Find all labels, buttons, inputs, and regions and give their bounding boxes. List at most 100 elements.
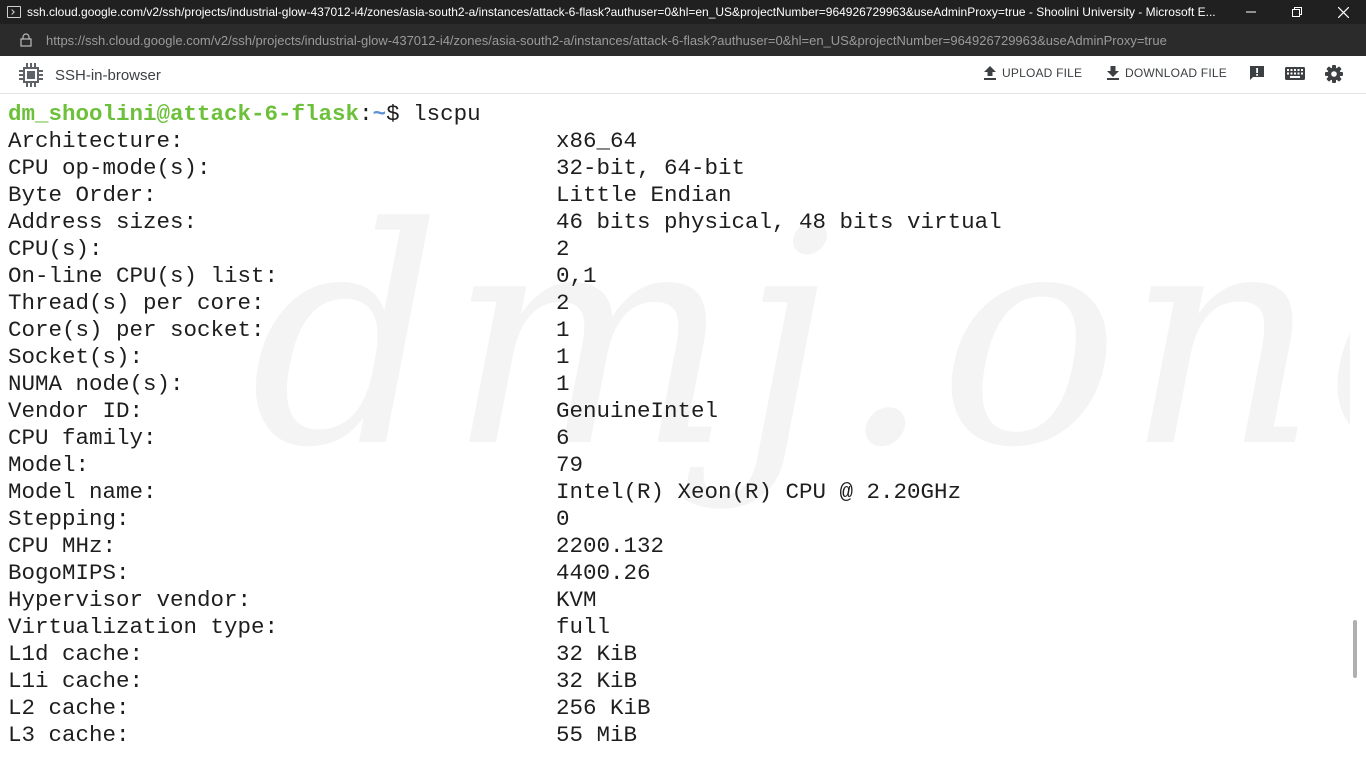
output-row: Address sizes: 46 bits physical, 48 bits … bbox=[8, 209, 1002, 236]
output-label: L1d cache: bbox=[8, 641, 144, 667]
output-value: Little Endian bbox=[556, 182, 732, 208]
keyboard-icon bbox=[1285, 67, 1305, 80]
output-value: full bbox=[556, 614, 611, 640]
upload-icon bbox=[984, 66, 996, 80]
terminal-output[interactable]: dmj.one dm_shoolini@attack-6-flask:~$ ls… bbox=[0, 94, 1350, 768]
lock-icon bbox=[20, 33, 32, 47]
command-prompt-line: dm_shoolini@attack-6-flask:~$ lscpu bbox=[8, 101, 481, 128]
address-bar: https://ssh.cloud.google.com/v2/ssh/proj… bbox=[0, 24, 1366, 56]
output-value: 0,1 bbox=[556, 263, 597, 289]
download-file-label: DOWNLOAD FILE bbox=[1125, 66, 1227, 80]
output-label: L1i cache: bbox=[8, 668, 144, 694]
url-text[interactable]: https://ssh.cloud.google.com/v2/ssh/proj… bbox=[46, 33, 1346, 48]
output-label: L3 cache: bbox=[8, 722, 130, 748]
output-value: 6 bbox=[556, 425, 570, 451]
output-label: Hypervisor vendor: bbox=[8, 587, 252, 613]
output-label: Address sizes: bbox=[8, 209, 198, 235]
output-row: Model: 79 bbox=[8, 452, 583, 479]
output-value: 32 KiB bbox=[556, 668, 638, 694]
settings-button[interactable] bbox=[1324, 64, 1344, 89]
ssh-toolbar: SSH-in-browser UPLOAD FILE DOWNLOAD FILE bbox=[0, 56, 1366, 94]
output-label: Model: bbox=[8, 452, 90, 478]
output-value: 55 MiB bbox=[556, 722, 638, 748]
output-label: Socket(s): bbox=[8, 344, 144, 370]
download-file-button[interactable]: DOWNLOAD FILE bbox=[1106, 65, 1227, 81]
output-row: Socket(s): 1 bbox=[8, 344, 570, 371]
window-title-bar: ssh.cloud.google.com/v2/ssh/projects/ind… bbox=[0, 0, 1366, 24]
output-label: Core(s) per socket: bbox=[8, 317, 265, 343]
output-label: Thread(s) per core: bbox=[8, 290, 265, 316]
output-row: L1d cache: 32 KiB bbox=[8, 641, 637, 668]
output-row: On-line CPU(s) list: 0,1 bbox=[8, 263, 597, 290]
output-value: 2 bbox=[556, 290, 570, 316]
output-row: Hypervisor vendor: KVM bbox=[8, 587, 597, 614]
feedback-button[interactable] bbox=[1248, 64, 1266, 87]
output-row: Model name: Intel(R) Xeon(R) CPU @ 2.20GH… bbox=[8, 479, 961, 506]
output-row: NUMA node(s): 1 bbox=[8, 371, 570, 398]
output-value: 0 bbox=[556, 506, 570, 532]
output-row: BogoMIPS: 4400.26 bbox=[8, 560, 651, 587]
output-value: 1 bbox=[556, 317, 570, 343]
output-value: Intel(R) Xeon(R) CPU @ 2.20GHz bbox=[556, 479, 962, 505]
output-row: L1i cache: 32 KiB bbox=[8, 668, 637, 695]
output-row: L2 cache: 256 KiB bbox=[8, 695, 651, 722]
download-icon bbox=[1107, 66, 1119, 80]
output-value: GenuineIntel bbox=[556, 398, 719, 424]
window-title: ssh.cloud.google.com/v2/ssh/projects/ind… bbox=[27, 5, 1216, 19]
output-value: 46 bits physical, 48 bits virtual bbox=[556, 209, 1002, 235]
scrollbar-thumb[interactable] bbox=[1353, 620, 1357, 678]
prompt-symbol: $ bbox=[386, 101, 414, 127]
output-label: CPU(s): bbox=[8, 236, 103, 262]
prompt-path: ~ bbox=[372, 101, 387, 127]
upload-file-label: UPLOAD FILE bbox=[1002, 66, 1083, 80]
output-label: CPU family: bbox=[8, 425, 157, 451]
output-row: Thread(s) per core: 2 bbox=[8, 290, 570, 317]
restore-button[interactable] bbox=[1274, 0, 1320, 24]
settings-icon bbox=[1325, 65, 1343, 83]
output-label: NUMA node(s): bbox=[8, 371, 184, 397]
keyboard-button[interactable] bbox=[1284, 64, 1306, 87]
output-label: Model name: bbox=[8, 479, 157, 505]
terminal-app-icon bbox=[7, 6, 21, 18]
output-row: L3 cache: 55 MiB bbox=[8, 722, 637, 749]
output-value: 2200.132 bbox=[556, 533, 665, 559]
minimize-button[interactable] bbox=[1228, 0, 1274, 24]
output-label: Virtualization type: bbox=[8, 614, 279, 640]
output-row: CPU op-mode(s): 32-bit, 64-bit bbox=[8, 155, 745, 182]
prompt-user: dm_shoolini@attack-6-flask bbox=[8, 101, 360, 127]
restore-icon bbox=[1292, 7, 1302, 17]
prompt-separator: : bbox=[359, 101, 373, 127]
command-text: lscpu bbox=[413, 101, 481, 127]
output-label: L2 cache: bbox=[8, 695, 130, 721]
minimize-icon bbox=[1246, 11, 1256, 13]
output-value: 32 KiB bbox=[556, 641, 638, 667]
output-label: Stepping: bbox=[8, 506, 130, 532]
feedback-icon bbox=[1250, 66, 1264, 80]
output-label: BogoMIPS: bbox=[8, 560, 130, 586]
chip-icon bbox=[19, 63, 43, 87]
output-row: Stepping: 0 bbox=[8, 506, 570, 533]
output-row: Byte Order: Little Endian bbox=[8, 182, 732, 209]
output-row: CPU(s): 2 bbox=[8, 236, 570, 263]
output-label: CPU op-mode(s): bbox=[8, 155, 211, 181]
output-value: 32-bit, 64-bit bbox=[556, 155, 746, 181]
output-label: On-line CPU(s) list: bbox=[8, 263, 279, 289]
output-value: 256 KiB bbox=[556, 695, 651, 721]
upload-file-button[interactable]: UPLOAD FILE bbox=[983, 65, 1082, 81]
output-value: 79 bbox=[556, 452, 584, 478]
output-label: Byte Order: bbox=[8, 182, 157, 208]
output-row: Core(s) per socket: 1 bbox=[8, 317, 570, 344]
output-value: 1 bbox=[556, 371, 570, 397]
app-name: SSH-in-browser bbox=[55, 67, 161, 84]
close-icon bbox=[1337, 6, 1349, 18]
output-row: CPU family: 6 bbox=[8, 425, 570, 452]
output-row: Vendor ID: GenuineIntel bbox=[8, 398, 718, 425]
output-label: Vendor ID: bbox=[8, 398, 144, 424]
close-button[interactable] bbox=[1320, 0, 1366, 24]
output-row: Virtualization type: full bbox=[8, 614, 610, 641]
output-value: 1 bbox=[556, 344, 570, 370]
output-value: 4400.26 bbox=[556, 560, 651, 586]
output-value: x86_64 bbox=[556, 128, 638, 154]
output-value: 2 bbox=[556, 236, 570, 262]
output-label: CPU MHz: bbox=[8, 533, 117, 559]
